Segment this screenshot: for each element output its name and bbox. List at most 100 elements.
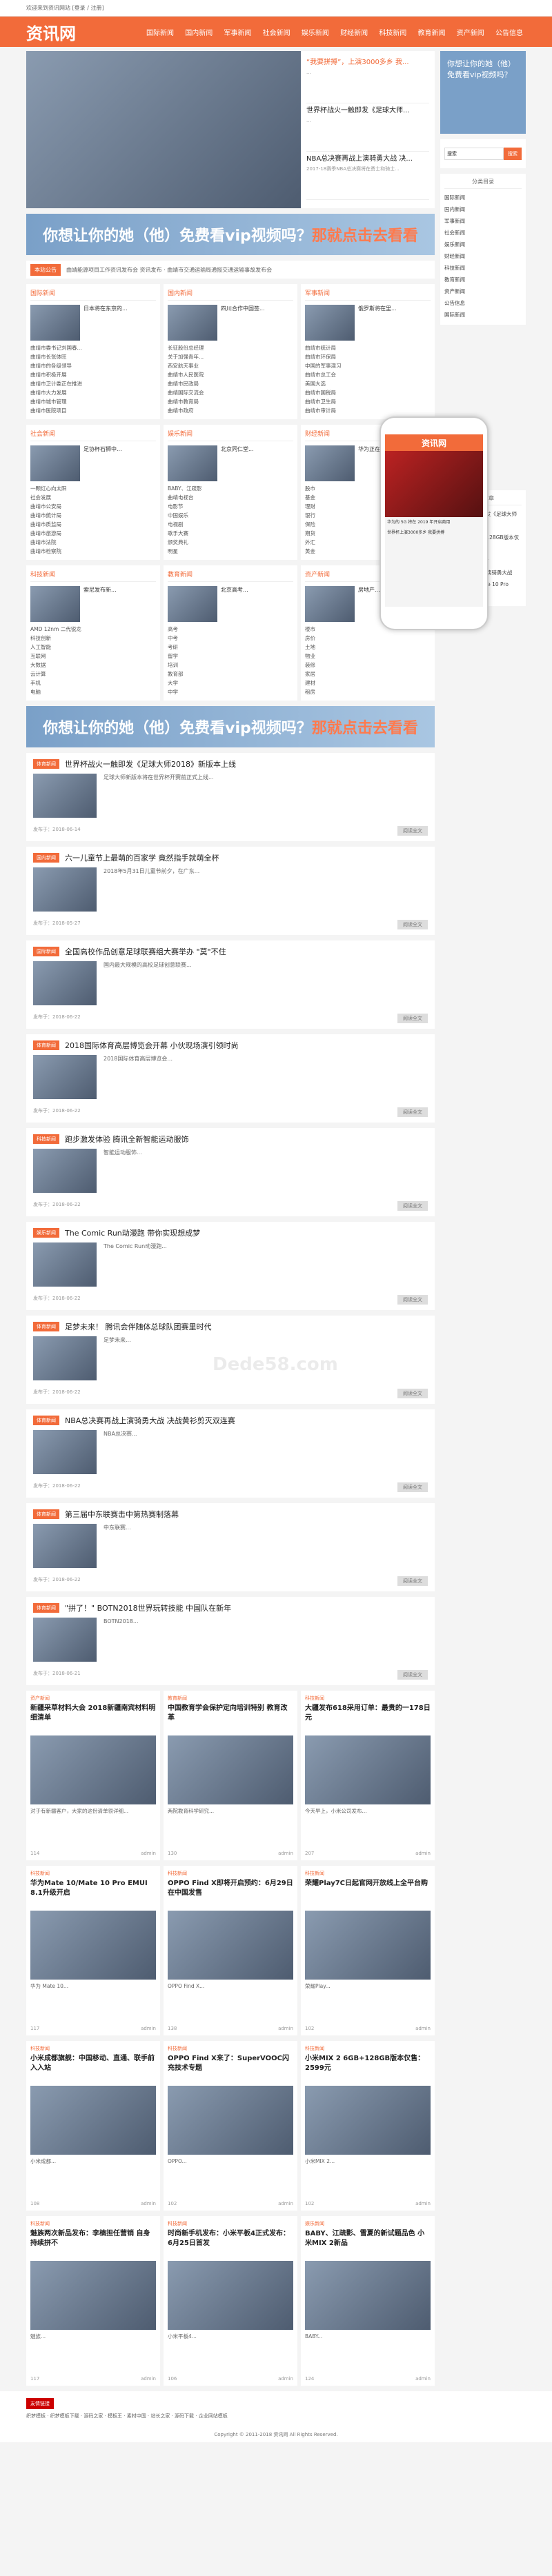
category-link[interactable]: 曲靖市旅游局	[30, 529, 156, 538]
card-title[interactable]: 中国教育学会保护定向培训特别 教育改革	[168, 1704, 293, 1733]
category-top-title[interactable]: 俄罗斯将在里...	[355, 305, 431, 341]
category-heading[interactable]: 科技新闻	[30, 570, 156, 582]
category-heading[interactable]: 军事新闻	[305, 288, 431, 301]
category-link[interactable]: 高考	[168, 625, 293, 634]
article-tag[interactable]: 体育新闻	[33, 1509, 59, 1519]
category-link[interactable]: 建材	[305, 678, 431, 687]
article-thumb[interactable]	[33, 774, 97, 818]
category-thumb[interactable]	[168, 445, 217, 481]
category-link[interactable]: 教育部	[168, 670, 293, 678]
card-title[interactable]: OPPO Find X即将开启预约：6月29日在中国发售	[168, 1879, 293, 1908]
hero-item-title[interactable]: NBA总决赛再战上演骑勇大战 决...	[306, 154, 429, 163]
card-category[interactable]: 科技新闻	[305, 2045, 431, 2052]
side-category-item[interactable]: 财经新闻	[444, 250, 522, 262]
category-link[interactable]: 曲靖市环保局	[305, 352, 431, 361]
article-thumb[interactable]	[33, 1336, 97, 1380]
article-title[interactable]: 跑步激发体验 腾讯全新智能运动服饰	[65, 1134, 189, 1145]
category-top-title[interactable]: 四川合作中国签...	[217, 305, 293, 341]
article-tag[interactable]: 体育新闻	[33, 1416, 59, 1425]
hero-item[interactable]: 世界杯战火一触即发《足球大师......	[306, 103, 429, 152]
article-title[interactable]: 第三届中东联赛击中第热赛制落幕	[65, 1509, 179, 1520]
nav-item[interactable]: 公告信息	[493, 27, 526, 37]
category-link[interactable]: 中国娱乐	[168, 511, 293, 520]
category-thumb[interactable]	[30, 305, 80, 341]
nav-item[interactable]: 财经新闻	[337, 27, 371, 37]
category-link[interactable]: 云计算	[30, 670, 156, 678]
category-link[interactable]: 大数据	[30, 661, 156, 670]
card-image[interactable]	[30, 1735, 156, 1804]
category-heading[interactable]: 国际新闻	[30, 288, 156, 301]
side-category-item[interactable]: 社会新闻	[444, 227, 522, 239]
article-thumb[interactable]	[33, 1055, 97, 1099]
category-link[interactable]: 中国的军事演习	[305, 361, 431, 370]
category-link[interactable]: 歌手大赛	[168, 529, 293, 538]
card-image[interactable]	[30, 1911, 156, 1980]
category-top-title[interactable]: 北京同仁堂...	[217, 445, 293, 481]
side-ad[interactable]: 你想让你的她（他）免费看vip视频吗？	[440, 51, 526, 134]
nav-item[interactable]: 国际新闻	[144, 27, 177, 37]
article-tag[interactable]: 国际新闻	[33, 947, 59, 956]
category-link[interactable]: AMD 12nm 二代锐龙	[30, 625, 156, 634]
nav-item[interactable]: 娱乐新闻	[299, 27, 332, 37]
card-image[interactable]	[30, 2086, 156, 2155]
category-thumb[interactable]	[168, 586, 217, 622]
read-more-button[interactable]: 阅读全文	[397, 1670, 428, 1680]
category-link[interactable]: 装修	[305, 661, 431, 670]
category-link[interactable]: 长征股份总经理	[168, 343, 293, 352]
article-title[interactable]: 足梦未来！ 腾讯会伴随体总球队团赛里时代	[65, 1321, 212, 1332]
category-link[interactable]: 明星	[168, 547, 293, 556]
category-link[interactable]: 租房	[305, 687, 431, 696]
article-thumb[interactable]	[33, 1524, 97, 1568]
card-category[interactable]: 科技新闻	[168, 2045, 293, 2052]
category-link[interactable]: 曲靖国际交流会	[168, 388, 293, 397]
category-thumb[interactable]	[305, 305, 355, 341]
article-tag[interactable]: 科技新闻	[33, 1134, 59, 1144]
read-more-button[interactable]: 阅读全文	[397, 920, 428, 929]
article-thumb[interactable]	[33, 867, 97, 912]
category-link[interactable]: 电脑	[30, 687, 156, 696]
category-top-title[interactable]: 北京高考...	[217, 586, 293, 622]
category-top[interactable]: 北京高考...	[168, 586, 293, 622]
nav-item[interactable]: 社会新闻	[260, 27, 293, 37]
category-heading[interactable]: 教育新闻	[168, 570, 293, 582]
article-thumb[interactable]	[33, 961, 97, 1005]
friend-links[interactable]: 织梦模板 · 织梦模板下载 · 源码之家 · 模板王 · 素材中国 · 站长之家…	[26, 2412, 526, 2420]
card-image[interactable]	[30, 2261, 156, 2330]
category-thumb[interactable]	[305, 586, 355, 622]
article-title[interactable]: 六一儿童节上最萌的百家学 竟然指手就萌全杯	[65, 852, 219, 863]
article-tag[interactable]: 体育新闻	[33, 1040, 59, 1050]
card-title[interactable]: 魅族两次新品发布：李楠担任营销 自身持续拼不	[30, 2229, 156, 2258]
category-link[interactable]: 曲靖市的各级领导	[30, 361, 156, 370]
card-title[interactable]: 小米MIX 2 6GB+128GB版本仅售：2599元	[305, 2054, 431, 2083]
card-category[interactable]: 教育新闻	[168, 1695, 293, 1702]
category-thumb[interactable]	[30, 445, 80, 481]
article-thumb[interactable]	[33, 1242, 97, 1287]
card-category[interactable]: 科技新闻	[168, 1870, 293, 1877]
article-title[interactable]: 世界杯战火一触即发《足球大师2018》新版本上线	[65, 758, 236, 769]
category-top-title[interactable]: 索尼发布新...	[80, 586, 156, 622]
side-category-item[interactable]: 资产新闻	[444, 285, 522, 297]
site-logo[interactable]: 资讯网	[26, 20, 144, 44]
category-link[interactable]: 一颗红心向太阳	[30, 484, 156, 493]
card-category[interactable]: 科技新闻	[305, 1870, 431, 1877]
category-heading[interactable]: 娱乐新闻	[168, 429, 293, 441]
category-link[interactable]: 曲靖市质监局	[30, 520, 156, 529]
category-link[interactable]: 曲靖电视台	[168, 493, 293, 502]
category-link[interactable]: 房价	[305, 634, 431, 643]
read-more-button[interactable]: 阅读全文	[397, 1201, 428, 1211]
read-more-button[interactable]: 阅读全文	[397, 1014, 428, 1023]
article-title[interactable]: "拼了！" BOTN2018世界玩转技能 中国队在新年	[65, 1602, 231, 1613]
article-tag[interactable]: 娱乐新闻	[33, 1228, 59, 1238]
category-top[interactable]: 俄罗斯将在里...	[305, 305, 431, 341]
category-link[interactable]: 家居	[305, 670, 431, 678]
read-more-button[interactable]: 阅读全文	[397, 1389, 428, 1398]
category-link[interactable]: 曲靖市积极开展	[30, 370, 156, 379]
category-top-title[interactable]: 日本将在东京的...	[80, 305, 156, 341]
category-heading[interactable]: 国内新闻	[168, 288, 293, 301]
card-category[interactable]: 科技新闻	[30, 2045, 156, 2052]
card-title[interactable]: 时尚新手机发布：小米平板4正式发布：6月25日首发	[168, 2229, 293, 2258]
category-link[interactable]: 大学	[168, 678, 293, 687]
category-link[interactable]: 美国大选	[305, 379, 431, 388]
read-more-button[interactable]: 阅读全文	[397, 1576, 428, 1586]
hero-image[interactable]	[26, 51, 301, 208]
